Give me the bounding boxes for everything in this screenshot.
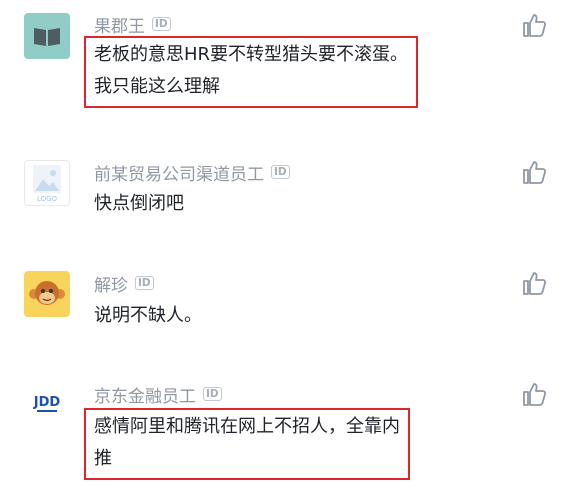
thumbs-up-icon[interactable] [521,381,547,407]
jdd-logo-icon: JDD [33,395,61,412]
logo-placeholder-icon: LOGO [33,165,61,203]
author-row: 果郡王 ID [94,12,171,37]
author-name[interactable]: 解珍 [94,271,128,296]
book-icon [34,28,60,46]
comment-line: 老板的意思HR要不转型猎头要不滚蛋。 [94,44,409,65]
id-badge: ID [135,276,154,290]
thumbs-up-icon[interactable] [521,159,547,185]
avatar-text: JDD [33,395,61,410]
thumbs-up-icon[interactable] [521,12,547,38]
comment-line: 推 [94,448,112,469]
comment-text: 感情阿里和腾讯在网上不招人，全靠内 推 [84,408,410,480]
thumbs-up-icon[interactable] [521,270,547,296]
comment-line: 我只能这么理解 [94,76,220,97]
comment-text: 说明不缺人。 [94,300,202,332]
avatar[interactable]: LOGO [24,160,70,206]
comment-line: 说明不缺人。 [94,305,202,326]
monkey-icon [29,281,65,305]
author-name[interactable]: 前某贸易公司渠道员工 [94,160,264,185]
id-badge: ID [271,165,290,179]
avatar-text: LOGO [37,195,58,203]
avatar[interactable] [24,13,70,59]
avatar[interactable]: JDD [24,382,70,428]
author-name[interactable]: 京东金融员工 [94,382,196,407]
author-row: 京东金融员工 ID [94,382,222,407]
comment-line: 感情阿里和腾讯在网上不招人，全靠内 [94,416,400,437]
id-badge: ID [152,17,171,31]
comment-text: 快点倒闭吧 [94,188,184,220]
id-badge: ID [203,387,222,401]
author-row: 前某贸易公司渠道员工 ID [94,160,290,185]
author-row: 解珍 ID [94,271,154,296]
avatar[interactable] [24,271,70,317]
author-name[interactable]: 果郡王 [94,12,145,37]
comment-line: 快点倒闭吧 [94,193,184,214]
comment-text: 老板的意思HR要不转型猎头要不滚蛋。 我只能这么理解 [84,36,419,108]
